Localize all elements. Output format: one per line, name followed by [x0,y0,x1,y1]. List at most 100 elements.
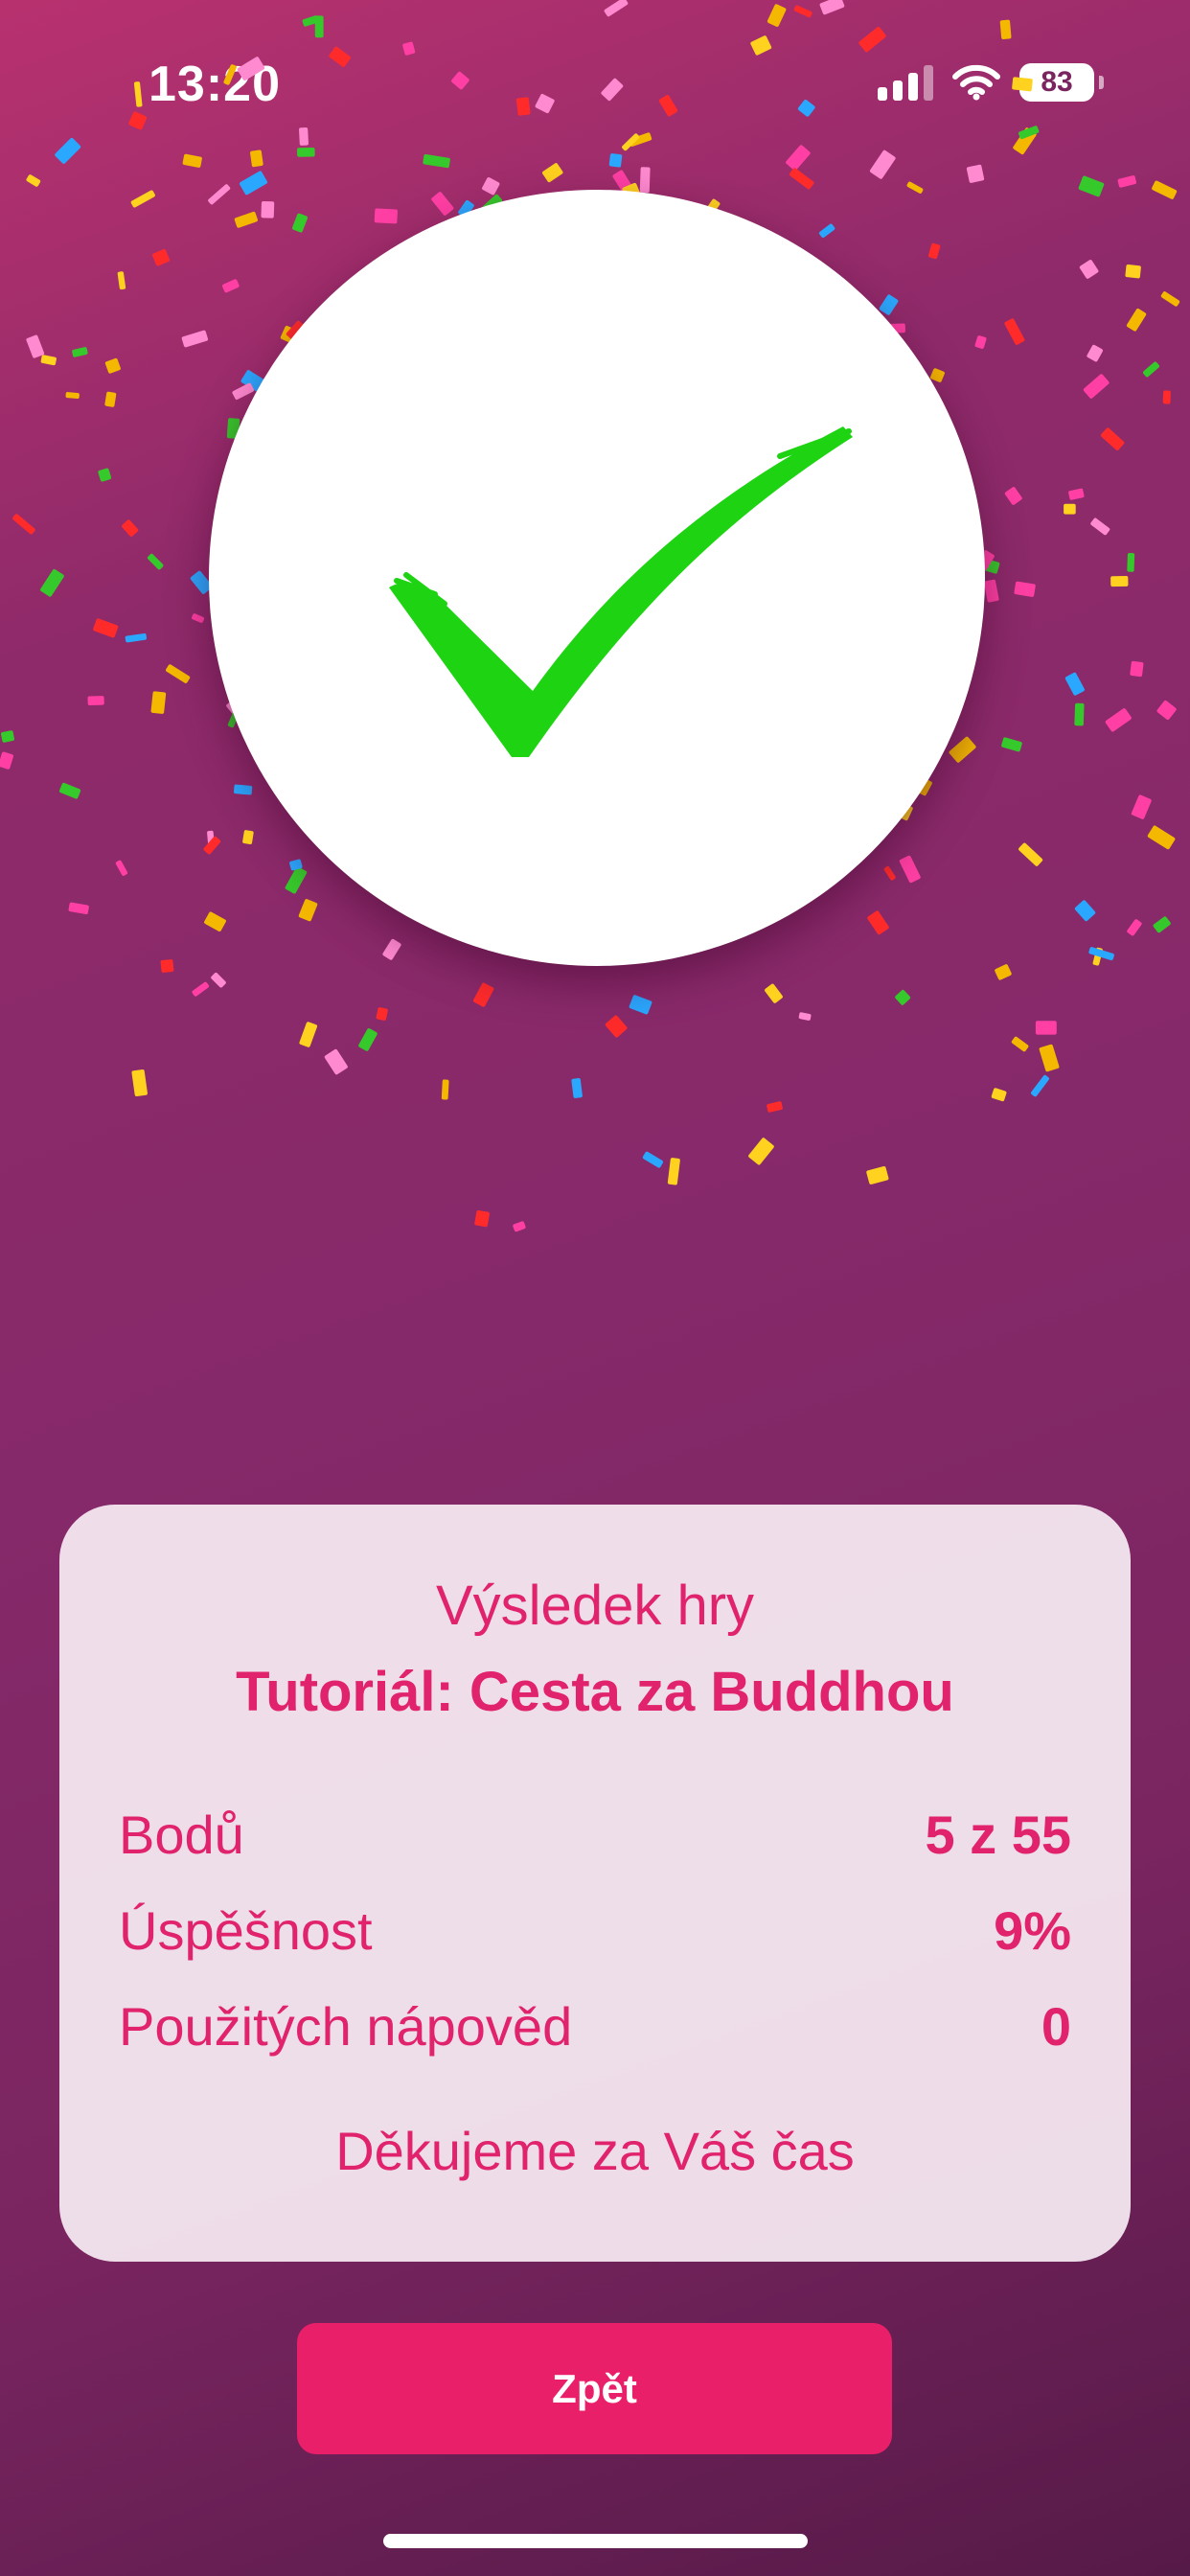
confetti-piece [513,1221,526,1232]
confetti-piece [1160,291,1180,307]
confetti-piece [605,1015,628,1038]
confetti-piece [423,153,450,169]
confetti-piece [748,1138,774,1165]
confetti-piece [1039,1044,1060,1072]
confetti-piece [1127,919,1142,936]
confetti-piece [87,696,104,706]
confetti-piece [211,972,226,988]
confetti-piece [629,995,652,1015]
confetti-piece [797,99,815,117]
stat-value: 0 [1041,1996,1071,2057]
confetti-piece [1083,374,1110,399]
confetti-piece [542,163,563,183]
confetti-piece [474,1209,490,1228]
confetti-piece [250,150,263,168]
confetti-piece [223,64,237,85]
confetti-piece [658,95,678,117]
home-indicator[interactable] [383,2534,808,2548]
confetti-piece [12,514,35,535]
confetti-piece [984,579,999,603]
stat-value: 5 z 55 [925,1805,1071,1865]
confetti-piece [1090,518,1110,536]
confetti-piece [1064,503,1076,515]
confetti-piece [324,1048,348,1075]
result-card: Výsledek hry Tutoriál: Cesta za Buddhou … [59,1505,1131,2262]
confetti-piece [130,190,155,208]
confetti-piece [667,1158,680,1185]
success-badge [209,190,985,966]
confetti-piece [1,730,14,743]
confetti-piece [895,989,911,1005]
confetti-piece [642,1151,664,1168]
confetti-piece [182,153,202,168]
confetti-piece [1078,175,1105,197]
confetti-piece [104,391,117,407]
confetti-piece [608,153,623,168]
back-button[interactable]: Zpět [297,2323,892,2454]
confetti-piece [358,1028,378,1051]
confetti-piece [515,97,531,116]
confetti-piece [59,782,81,799]
stat-label: Použitých nápověd [119,1996,573,2057]
confetti-piece [1068,488,1085,500]
check-mark-icon [389,426,853,757]
confetti-piece [122,519,139,537]
confetti-piece [192,613,205,623]
confetti-piece [65,392,80,400]
confetti-piece [55,137,81,164]
confetti-piece [98,468,112,482]
confetti-piece [767,4,787,27]
confetti-piece [26,334,45,358]
confetti-piece [866,1165,889,1184]
confetti-piece [535,93,555,114]
confetti-piece [1064,672,1085,696]
confetti-piece [329,46,351,67]
stat-row-hints-used: Použitých nápověd 0 [119,1995,1071,2058]
confetti-piece [0,751,13,770]
confetti-piece [40,355,57,366]
confetti-piece [115,860,128,876]
confetti-piece [1074,702,1085,726]
confetti-piece [93,618,119,638]
confetti-piece [1100,427,1125,450]
confetti-piece [786,145,811,171]
game-title: Tutoriál: Cesta za Buddhou [236,1661,954,1723]
confetti-piece [237,57,265,80]
confetti-piece [1131,794,1152,819]
confetti-piece [133,81,143,107]
confetti-piece [472,982,494,1007]
confetti-piece [1162,390,1171,404]
confetti-piece [402,41,416,56]
confetti-piece [1079,260,1099,279]
confetti-piece [68,902,89,914]
confetti-piece [297,147,315,157]
confetti-piece [1031,1074,1049,1097]
confetti-piece [160,959,174,973]
confetti-piece [441,1079,449,1100]
confetti-piece [1142,361,1159,378]
confetti-piece [147,553,164,570]
confetti-piece [299,1022,318,1047]
confetti-piece [999,19,1012,39]
confetti-piece [451,71,469,90]
confetti-piece [181,330,209,348]
confetti-piece [1018,842,1043,866]
stat-value: 9% [994,1900,1071,1961]
confetti-piece [750,35,772,56]
confetti-piece [26,174,41,187]
confetti-piece [798,1012,812,1021]
confetti-piece [1147,825,1176,850]
confetti-piece [604,0,629,17]
confetti-piece [991,1088,1007,1102]
thanks-message: Děkujeme za Váš čas [335,2121,855,2181]
confetti-piece [1014,581,1036,597]
confetti-piece [192,981,210,997]
confetti-piece [1130,660,1144,678]
stat-label: Úspěšnost [119,1900,373,1961]
confetti-piece [765,983,783,1003]
confetti-piece [1087,344,1103,362]
confetti-piece [1035,1021,1057,1035]
confetti-piece [1127,552,1135,572]
confetti-piece [790,168,814,190]
confetti-piece [128,111,148,130]
